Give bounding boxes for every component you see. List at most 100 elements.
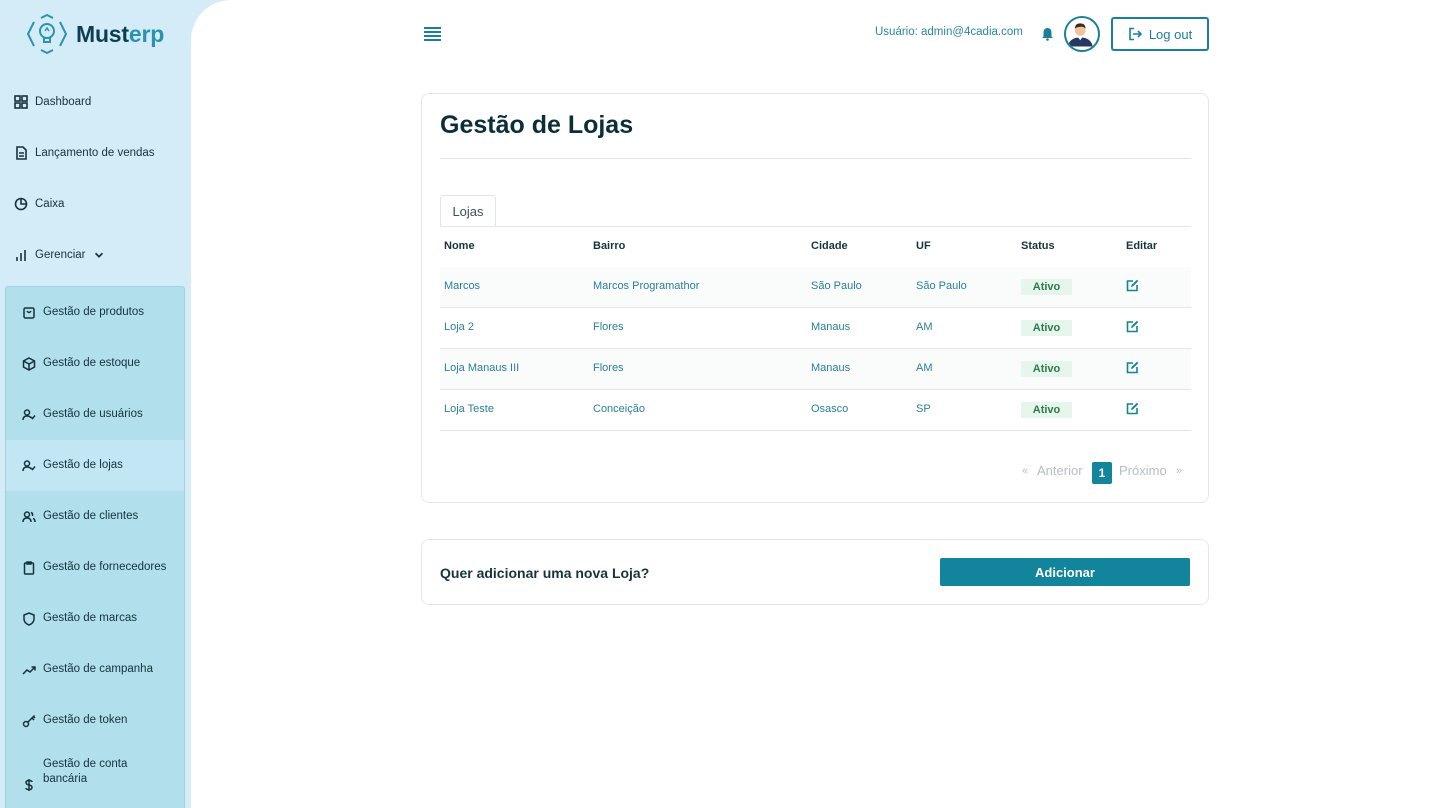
sidebar-item-conta-bancaria[interactable]: Gestão de conta bancária <box>6 752 184 804</box>
pie-chart-icon <box>14 197 28 211</box>
column-header-nome[interactable]: Nome <box>444 240 475 252</box>
sidebar-item-dashboard[interactable]: Dashboard <box>14 95 91 109</box>
status-badge: Ativo <box>1021 361 1072 377</box>
sidebar-item-label: Gestão de clientes <box>43 510 139 522</box>
sidebar-item-label: Gestão de estoque <box>43 357 141 369</box>
lightbulb-logo-icon <box>26 14 68 54</box>
status-badge: Ativo <box>1021 402 1072 418</box>
document-icon <box>16 146 27 160</box>
logout-icon <box>1129 27 1142 41</box>
cell-cidade: Manaus <box>811 321 851 333</box>
shopping-bag-icon <box>23 306 35 319</box>
table-row[interactable]: Loja Teste Conceição Osasco SP Ativo <box>440 390 1191 431</box>
cell-nome: Loja Teste <box>444 403 494 415</box>
cell-uf: São Paulo <box>916 280 967 292</box>
menu-toggle-icon[interactable] <box>424 27 441 41</box>
pagination-current[interactable]: 1 <box>1092 462 1112 484</box>
box-icon <box>22 356 36 371</box>
cell-bairro: Flores <box>593 362 624 374</box>
user-label: Usuário: admin@4cadia.com <box>875 26 1023 38</box>
cell-cidade: Osasco <box>811 403 849 415</box>
cell-uf: AM <box>916 362 933 374</box>
clipboard-icon <box>23 560 35 575</box>
gerenciar-submenu: Gestão de produtos Gestão de estoque Ges… <box>5 286 185 808</box>
cell-cidade: São Paulo <box>811 280 862 292</box>
sidebar-item-gerenciar[interactable]: Gerenciar <box>14 248 105 262</box>
pagination-prev[interactable]: Anterior <box>1037 463 1083 478</box>
status-badge: Ativo <box>1021 279 1072 295</box>
cell-cidade: Manaus <box>811 362 851 374</box>
sidebar-item-label: Gestão de produtos <box>43 306 145 318</box>
user-avatar-icon <box>1066 18 1095 47</box>
brand-name: Musterp <box>76 20 165 47</box>
sidebar-item-marcas[interactable]: Gestão de marcas <box>6 593 184 644</box>
sidebar-item-label: Gestão de campanha <box>43 663 153 675</box>
column-header-editar[interactable]: Editar <box>1126 240 1157 252</box>
stores-card: Gestão de Lojas Lojas Nome Bairro Cidade… <box>421 93 1209 503</box>
pagination-first[interactable]: « <box>1022 465 1028 477</box>
cell-bairro: Flores <box>593 321 624 333</box>
sidebar-item-label: Lançamento de vendas <box>35 147 155 159</box>
column-header-bairro[interactable]: Bairro <box>593 240 625 252</box>
sidebar-item-label: Dashboard <box>35 96 92 108</box>
bar-chart-icon <box>16 250 26 261</box>
pagination-last[interactable]: » <box>1176 465 1182 477</box>
cell-bairro: Conceição <box>593 403 645 415</box>
divider <box>440 158 1191 159</box>
dollar-icon <box>25 779 33 791</box>
cell-nome: Loja Manaus III <box>444 362 520 374</box>
column-header-uf[interactable]: UF <box>916 240 931 252</box>
user-check-icon <box>22 459 36 471</box>
sidebar-item-label: Caixa <box>35 198 65 210</box>
tab-divider <box>440 226 1191 227</box>
sidebar-item-lojas[interactable]: Gestão de lojas <box>6 440 184 491</box>
page-title: Gestão de Lojas <box>440 111 634 139</box>
edit-icon[interactable] <box>1126 361 1139 374</box>
add-store-card: Quer adicionar uma nova Loja? Adicionar <box>421 539 1209 605</box>
sidebar-item-fornecedores[interactable]: Gestão de fornecedores <box>6 542 184 593</box>
sidebar-item-produtos[interactable]: Gestão de produtos <box>6 287 184 338</box>
logout-button[interactable]: Log out <box>1111 17 1209 51</box>
user-check-icon <box>22 408 36 420</box>
sidebar-item-usuarios[interactable]: Gestão de usuários <box>6 389 184 440</box>
table-row[interactable]: Marcos Marcos Programathor São Paulo São… <box>440 267 1191 308</box>
bell-icon[interactable] <box>1041 27 1054 41</box>
avatar[interactable] <box>1064 16 1100 52</box>
shield-icon <box>23 611 35 626</box>
cell-uf: AM <box>916 321 933 333</box>
cell-nome: Loja 2 <box>444 321 474 333</box>
sidebar-item-label: Gestão de fornecedores <box>43 561 167 573</box>
cell-uf: SP <box>916 403 931 415</box>
sidebar-item-estoque[interactable]: Gestão de estoque <box>6 338 184 389</box>
sidebar-item-clientes[interactable]: Gestão de clientes <box>6 491 184 542</box>
sidebar-item-label: Gestão de marcas <box>43 612 137 624</box>
app-root: Musterp Dashboard Lançamento de vendas C… <box>0 0 1438 808</box>
sidebar-item-label: Gestão de lojas <box>43 459 123 471</box>
sidebar-item-token[interactable]: Gestão de token <box>6 695 184 746</box>
sidebar-item-campanha[interactable]: Gestão de campanha <box>6 644 184 695</box>
edit-icon[interactable] <box>1126 402 1139 415</box>
add-store-button[interactable]: Adicionar <box>940 558 1190 586</box>
column-header-status[interactable]: Status <box>1021 240 1055 252</box>
cell-nome: Marcos <box>444 280 481 292</box>
brand-logo[interactable]: Musterp <box>26 14 164 54</box>
sidebar-item-label: Gestão de conta bancária <box>43 758 128 785</box>
sidebar-item-caixa[interactable]: Caixa <box>14 197 64 211</box>
logout-label: Log out <box>1148 26 1193 42</box>
table-row[interactable]: Loja 2 Flores Manaus AM Ativo <box>440 308 1191 349</box>
add-store-prompt: Quer adicionar uma nova Loja? <box>440 565 650 581</box>
sidebar-item-label: Gerenciar <box>35 249 86 261</box>
edit-icon[interactable] <box>1126 320 1139 333</box>
pagination-next[interactable]: Próximo <box>1119 463 1167 478</box>
edit-icon[interactable] <box>1126 279 1139 292</box>
chevron-down-icon <box>94 252 103 258</box>
cell-bairro: Marcos Programathor <box>593 280 700 292</box>
key-icon <box>22 714 36 727</box>
tab-lojas[interactable]: Lojas <box>440 195 496 227</box>
sidebar-item-label: Gestão de usuários <box>43 408 143 420</box>
grid-icon <box>14 95 28 109</box>
users-icon <box>22 510 36 522</box>
column-header-cidade[interactable]: Cidade <box>811 240 848 252</box>
table-row[interactable]: Loja Manaus III Flores Manaus AM Ativo <box>440 349 1191 390</box>
sidebar-item-lancamento-vendas[interactable]: Lançamento de vendas <box>14 146 155 160</box>
